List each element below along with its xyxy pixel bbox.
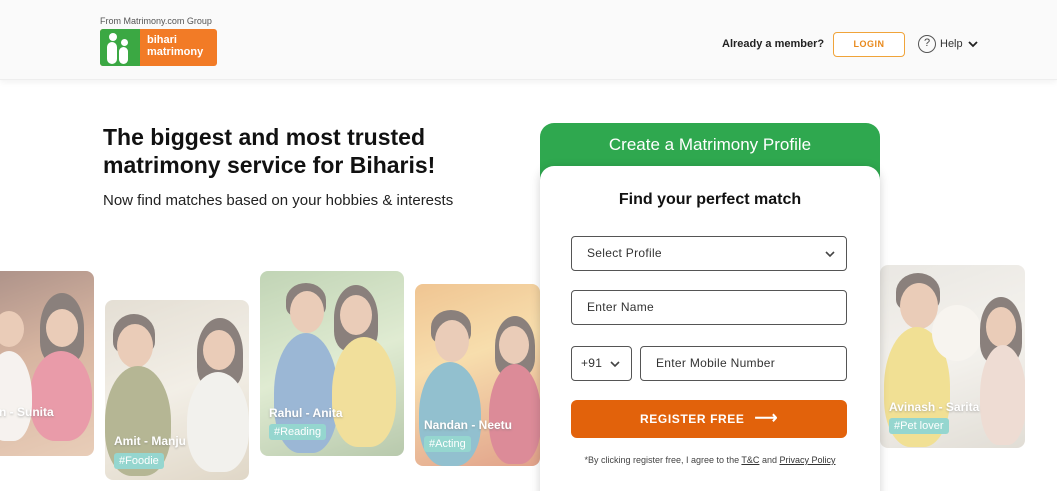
help-menu[interactable]: ? Help — [918, 35, 979, 53]
profile-select[interactable]: Select Profile — [571, 236, 847, 271]
hero-title: The biggest and most trusted matrimony s… — [103, 124, 436, 178]
couple-card-amit-manju[interactable]: Amit - Manju #Foodie — [105, 300, 249, 480]
hobby-tag: #Pet lover — [889, 418, 949, 434]
mobile-number-input[interactable]: Enter Mobile Number — [640, 346, 847, 381]
form-title: Find your perfect match — [618, 191, 802, 208]
top-header: From Matrimony.com Group bihari matrimon… — [0, 0, 1057, 80]
couple-card-sunita[interactable]: n - Sunita — [0, 271, 94, 456]
terms-link[interactable]: T&C — [741, 455, 759, 465]
couple-name: Amit - Manju — [114, 434, 186, 448]
name-input[interactable]: Enter Name — [571, 290, 847, 325]
form-header-title: Create a Matrimony Profile — [608, 135, 812, 154]
chevron-down-icon — [967, 41, 978, 48]
couple-name: Avinash - Sarita — [889, 400, 980, 414]
help-label: Help — [940, 38, 963, 50]
bihari-matrimony-logo[interactable]: bihari matrimony — [100, 29, 217, 66]
login-button[interactable]: LOGIN — [833, 32, 905, 57]
group-tagline: From Matrimony.com Group — [100, 16, 212, 26]
couple-name: Rahul - Anita — [269, 406, 343, 420]
couple-name: n - Sunita — [0, 405, 54, 419]
logo-figures-icon — [100, 29, 140, 66]
hero-subtitle: Now find matches based on your hobbies &… — [103, 192, 454, 209]
profile-select-value: Select Profile — [587, 246, 662, 260]
couple-card-avinash-sarita[interactable]: Avinash - Sarita #Pet lover — [880, 265, 1025, 448]
register-free-button[interactable]: REGISTER FREE ⟶ — [571, 400, 847, 438]
privacy-policy-link[interactable]: Privacy Policy — [779, 455, 835, 465]
hobby-tag: #Reading — [269, 424, 327, 440]
register-label: REGISTER FREE — [640, 412, 745, 426]
terms-text: *By clicking register free, I agree to t… — [584, 455, 836, 465]
mobile-placeholder: Enter Mobile Number — [656, 356, 776, 370]
landing-page: From Matrimony.com Group bihari matrimon… — [0, 0, 1057, 491]
chevron-down-icon — [610, 361, 620, 368]
chevron-down-icon — [825, 251, 835, 258]
hobby-tag: #Foodie — [114, 453, 164, 469]
couple-card-nandan-neetu[interactable]: Nandan - Neetu #Acting — [415, 284, 540, 466]
name-placeholder: Enter Name — [587, 300, 655, 314]
country-code-value: +91 — [581, 356, 603, 370]
country-code-select[interactable]: +91 — [571, 346, 632, 381]
already-member-text: Already a member? — [722, 38, 825, 50]
help-icon: ? — [918, 35, 936, 53]
registration-form: Find your perfect match Select Profile E… — [540, 166, 880, 491]
hobby-tag: #Acting — [424, 436, 471, 452]
couple-name: Nandan - Neetu — [424, 418, 513, 432]
arrow-right-icon: ⟶ — [754, 410, 778, 427]
logo-wordmark: bihari matrimony — [147, 34, 204, 58]
couple-card-rahul-anita[interactable]: Rahul - Anita #Reading — [260, 271, 404, 456]
